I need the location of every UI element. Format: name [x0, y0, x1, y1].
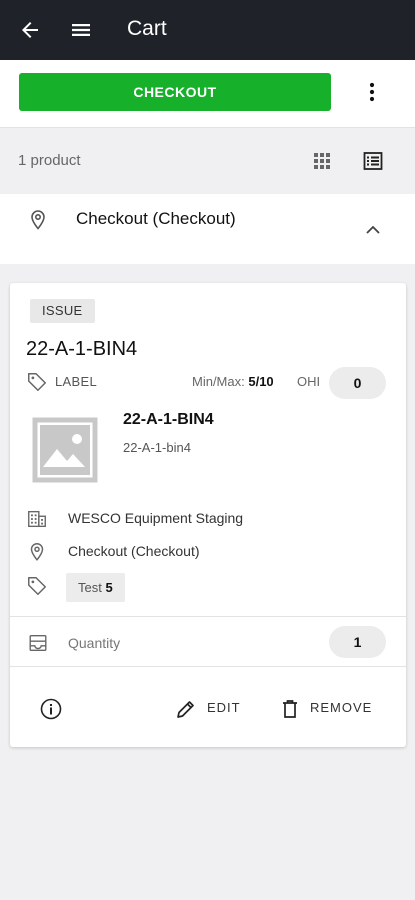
building-icon	[28, 510, 46, 528]
list-view-icon[interactable]	[361, 149, 385, 173]
remove-label: REMOVE	[310, 700, 373, 715]
page-title: Cart	[127, 17, 167, 40]
facility-name: WESCO Equipment Staging	[68, 510, 244, 526]
quantity-label: Quantity	[68, 635, 121, 651]
chevron-up-icon[interactable]	[361, 218, 385, 242]
facility-row: WESCO Equipment Staging	[26, 506, 386, 532]
min-max: Min/Max: 5/10	[192, 374, 274, 389]
pencil-icon	[177, 701, 194, 718]
info-icon[interactable]	[39, 697, 63, 721]
edit-label: EDIT	[207, 700, 241, 715]
tag-icon	[28, 577, 46, 595]
app-bar: Cart	[0, 0, 415, 60]
divider	[10, 616, 406, 617]
image-placeholder-icon	[32, 417, 98, 483]
product-sku: 22-A-1-bin4	[123, 440, 191, 455]
label-tag-icon	[28, 373, 46, 391]
trash-icon	[283, 700, 297, 718]
product-name: 22-A-1-BIN4	[123, 411, 214, 428]
quantity-value[interactable]: 1	[329, 626, 386, 658]
tag-chip[interactable]: Test 5	[66, 573, 125, 602]
kebab-menu-icon[interactable]	[360, 80, 384, 104]
min-max-label: Min/Max:	[192, 374, 245, 389]
grid-view-icon[interactable]	[310, 149, 334, 173]
location-row: Checkout (Checkout)	[26, 539, 386, 565]
checkout-button[interactable]: CHECKOUT	[19, 73, 331, 111]
checkout-toolbar: CHECKOUT	[0, 60, 415, 128]
ohi-label: OHI	[297, 374, 321, 389]
inventory-tray-icon	[29, 634, 47, 652]
bin-title: 22-A-1-BIN4	[26, 338, 138, 360]
label-text[interactable]: LABEL	[55, 374, 97, 389]
tag-name: Test	[78, 580, 102, 595]
location-name: Checkout (Checkout)	[68, 543, 200, 559]
cart-summary-row: 1 product	[0, 128, 415, 194]
arrow-left-icon[interactable]	[18, 18, 42, 42]
product-count: 1 product	[18, 152, 81, 169]
location-group-name: Checkout (Checkout)	[76, 209, 236, 228]
status-badge: ISSUE	[30, 299, 95, 323]
tags-row: Test 5	[26, 573, 386, 603]
ohi-value: 0	[329, 367, 386, 399]
tag-count: 5	[105, 580, 113, 595]
min-max-value: 5/10	[248, 374, 274, 389]
location-group-header[interactable]: Checkout (Checkout)	[0, 194, 415, 264]
divider	[10, 666, 406, 667]
location-pin-icon	[31, 210, 45, 230]
location-pin-icon	[30, 543, 44, 561]
cart-item-card: ISSUE 22-A-1-BIN4 LABEL Min/Max: 5/10 OH…	[10, 283, 406, 747]
hamburger-menu-icon[interactable]	[69, 18, 93, 42]
